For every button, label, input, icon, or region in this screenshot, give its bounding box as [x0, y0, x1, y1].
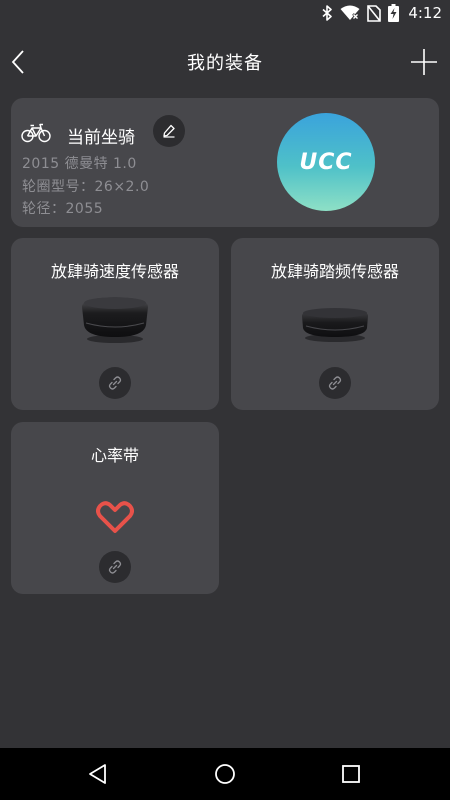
home-circle-icon	[215, 764, 235, 784]
nav-recent-apps-button[interactable]	[337, 760, 365, 788]
status-bar: 4:12	[0, 0, 450, 26]
heart-rate-strap-card[interactable]: 心率带	[11, 422, 219, 594]
link-sensor-button[interactable]	[99, 551, 131, 583]
add-equipment-button[interactable]	[408, 46, 440, 78]
bluetooth-icon	[322, 5, 333, 21]
sensor-title: 放肆骑速度传感器	[50, 262, 179, 281]
pencil-icon	[163, 124, 175, 138]
sensor-title: 心率带	[90, 446, 139, 465]
cadence-sensor-card[interactable]: 放肆骑踏频传感器	[231, 238, 439, 410]
link-icon	[108, 376, 122, 390]
recent-square-icon	[342, 765, 360, 783]
nav-home-button[interactable]	[211, 760, 239, 788]
no-sim-icon	[367, 4, 382, 22]
back-triangle-icon	[89, 764, 106, 784]
bicycle-icon	[21, 122, 51, 144]
wifi-icon	[340, 5, 360, 21]
cadence-sensor-image	[299, 304, 371, 348]
battery-charging-icon	[388, 4, 400, 22]
bike-model: 2015 德曼特 1.0	[22, 156, 137, 172]
link-icon	[328, 376, 342, 390]
speed-sensor-card[interactable]: 放肆骑速度传感器	[11, 238, 219, 410]
status-icons: 4:12	[322, 3, 442, 23]
link-icon	[108, 560, 122, 574]
nav-back-button[interactable]	[84, 760, 112, 788]
navigation-bar	[0, 748, 450, 800]
bike-wheel-circumference: 轮径：2055	[22, 201, 104, 217]
status-time: 4:12	[408, 4, 442, 22]
current-bike-card[interactable]: 当前坐骑 2015 德曼特 1.0 轮圈型号：26×2.0 轮径：2055 UC…	[11, 98, 439, 227]
link-sensor-button[interactable]	[319, 367, 351, 399]
heart-icon	[96, 500, 134, 538]
bike-rim-size: 轮圈型号：26×2.0	[22, 179, 150, 195]
top-bar: 我的装备	[0, 26, 450, 98]
page-title: 我的装备	[187, 53, 263, 74]
brand-logo: UCC	[277, 113, 375, 211]
sensor-title: 放肆骑踏频传感器	[270, 262, 399, 281]
bike-title: 当前坐骑	[67, 128, 135, 148]
edit-bike-button[interactable]	[153, 115, 185, 147]
plus-icon	[411, 49, 437, 75]
speed-sensor-image	[78, 293, 152, 349]
brand-logo-text: UCC	[299, 149, 353, 175]
link-sensor-button[interactable]	[99, 367, 131, 399]
